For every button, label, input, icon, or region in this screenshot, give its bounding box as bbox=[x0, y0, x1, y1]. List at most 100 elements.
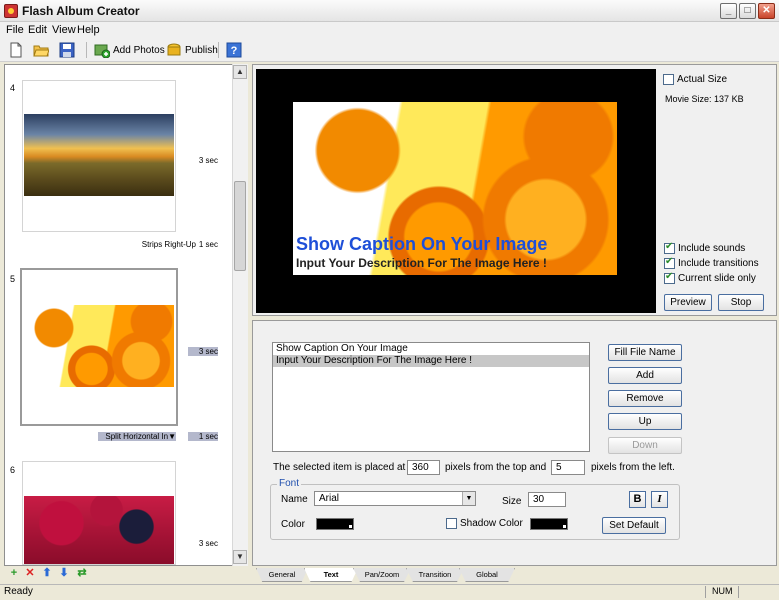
current-slide-only-checkbox[interactable]: Current slide only bbox=[664, 271, 756, 284]
include-transitions-checkbox[interactable]: Include transitions bbox=[664, 256, 759, 269]
transition-duration[interactable]: 1 sec bbox=[178, 240, 218, 249]
scroll-down-button[interactable]: ▼ bbox=[233, 550, 247, 564]
transition-duration[interactable]: 1 sec bbox=[188, 432, 218, 441]
svg-text:?: ? bbox=[231, 45, 238, 57]
left-offset-input[interactable]: 5 bbox=[551, 460, 585, 475]
slide-duration[interactable]: 3 sec bbox=[188, 347, 218, 356]
font-group-title: Font bbox=[277, 478, 302, 489]
slide-list-scrollbar[interactable] bbox=[232, 64, 248, 566]
font-size-input[interactable]: 30 bbox=[528, 492, 566, 507]
help-question-icon: ? bbox=[226, 42, 242, 58]
slide-number: 4 bbox=[10, 83, 16, 93]
checkbox-box[interactable] bbox=[664, 241, 675, 254]
font-name-label: Name bbox=[281, 494, 308, 505]
placement-suffix: pixels from the left. bbox=[591, 462, 675, 473]
include-sounds-checkbox[interactable]: Include sounds bbox=[664, 241, 746, 254]
tab-global[interactable]: Global bbox=[459, 568, 515, 582]
placement-middle: pixels from the top and bbox=[445, 462, 547, 473]
status-text: Ready bbox=[4, 586, 33, 597]
chevron-down-icon[interactable]: ▼ bbox=[462, 492, 475, 505]
caption-list[interactable]: Show Caption On Your Image Input Your De… bbox=[272, 342, 590, 452]
maximize-button[interactable]: □ bbox=[739, 3, 756, 19]
top-offset-input[interactable]: 360 bbox=[407, 460, 440, 475]
list-item[interactable]: Show Caption On Your Image bbox=[273, 343, 589, 355]
save-button[interactable] bbox=[59, 41, 75, 59]
add-button[interactable]: Add bbox=[608, 367, 682, 384]
open-button[interactable] bbox=[33, 41, 49, 59]
stop-button[interactable]: Stop bbox=[718, 294, 764, 311]
movie-size-label: Movie Size: bbox=[665, 94, 712, 104]
caption-title: Show Caption On Your Image bbox=[296, 234, 548, 254]
scrollbar-thumb[interactable] bbox=[234, 181, 246, 271]
tab-transition[interactable]: Transition bbox=[406, 568, 464, 582]
actual-size-label: Actual Size bbox=[677, 74, 728, 85]
open-folder-icon bbox=[33, 45, 49, 57]
move-down-icon[interactable]: ⬇ bbox=[58, 567, 70, 579]
placement-prefix: The selected item is placed at bbox=[273, 462, 406, 473]
transition-name[interactable]: Strips Right-Up bbox=[60, 240, 196, 249]
slide-image bbox=[24, 496, 174, 564]
font-color-label: Color bbox=[281, 519, 305, 530]
up-button[interactable]: Up bbox=[608, 413, 682, 430]
include-sounds-label: Include sounds bbox=[678, 243, 746, 254]
swap-slides-icon[interactable]: ⇄ bbox=[75, 567, 89, 579]
bold-button[interactable]: B bbox=[629, 491, 646, 508]
help-button[interactable]: ? bbox=[226, 41, 242, 59]
font-color-swatch[interactable] bbox=[316, 518, 354, 530]
app-icon bbox=[4, 4, 18, 18]
status-bar bbox=[0, 584, 779, 600]
toolbar-separator bbox=[218, 42, 219, 58]
add-slide-icon[interactable]: + bbox=[8, 567, 20, 579]
save-disk-icon bbox=[59, 42, 75, 58]
add-photos-button[interactable]: Add Photos bbox=[94, 41, 165, 59]
checkbox-box[interactable] bbox=[663, 74, 674, 85]
tab-pan-zoom[interactable]: Pan/Zoom bbox=[353, 568, 411, 582]
tab-general[interactable]: General bbox=[256, 568, 308, 582]
slide-number: 6 bbox=[10, 465, 16, 475]
include-transitions-label: Include transitions bbox=[678, 258, 759, 269]
add-photos-icon bbox=[94, 44, 110, 58]
shadow-color-checkbox[interactable]: Shadow Color bbox=[446, 518, 523, 529]
slide-duration[interactable]: 3 sec bbox=[178, 156, 218, 165]
actual-size-checkbox[interactable]: Actual Size bbox=[663, 74, 727, 85]
shadow-color-swatch[interactable] bbox=[530, 518, 568, 530]
menu-bar bbox=[0, 22, 779, 38]
font-name-select[interactable]: Arial ▼ bbox=[314, 491, 476, 506]
menu-view[interactable]: View bbox=[52, 24, 76, 36]
slide-number: 5 bbox=[10, 274, 16, 284]
publish-button[interactable]: Publish bbox=[166, 41, 218, 59]
close-button[interactable]: ✕ bbox=[758, 3, 775, 19]
remove-button[interactable]: Remove bbox=[608, 390, 682, 407]
tab-text[interactable]: Text bbox=[304, 568, 358, 582]
num-lock-indicator: NUM bbox=[712, 586, 733, 596]
menu-help[interactable]: Help bbox=[77, 24, 100, 36]
menu-file[interactable]: File bbox=[6, 24, 24, 36]
scroll-up-button[interactable]: ▲ bbox=[233, 65, 247, 79]
checkbox-box[interactable] bbox=[664, 256, 675, 269]
down-button[interactable]: Down bbox=[608, 437, 682, 454]
checkbox-box[interactable] bbox=[446, 518, 457, 529]
transition-name[interactable]: Split Horizontal In▼ bbox=[98, 432, 176, 441]
movie-size-value: 137 KB bbox=[714, 94, 744, 104]
set-default-button[interactable]: Set Default bbox=[602, 517, 666, 534]
minimize-button[interactable]: _ bbox=[720, 3, 737, 19]
slide-image bbox=[24, 305, 174, 387]
movie-size: Movie Size: 137 KB bbox=[665, 94, 744, 104]
list-item-selected[interactable]: Input Your Description For The Image Her… bbox=[273, 355, 589, 367]
delete-slide-icon[interactable]: ✕ bbox=[24, 567, 36, 579]
current-slide-only-label: Current slide only bbox=[678, 273, 756, 284]
shadow-color-label: Shadow Color bbox=[460, 518, 523, 529]
status-divider bbox=[738, 586, 739, 598]
move-up-icon[interactable]: ⬆ bbox=[41, 567, 53, 579]
add-photos-label: Add Photos bbox=[113, 44, 165, 56]
window-title: Flash Album Creator bbox=[22, 4, 140, 18]
new-button[interactable] bbox=[8, 41, 24, 59]
slide-duration[interactable]: 3 sec bbox=[178, 539, 218, 548]
menu-edit[interactable]: Edit bbox=[28, 24, 47, 36]
slide-image bbox=[24, 114, 174, 196]
checkbox-box[interactable] bbox=[664, 271, 675, 284]
preview-button[interactable]: Preview bbox=[664, 294, 712, 311]
fill-file-name-button[interactable]: Fill File Name bbox=[608, 344, 682, 361]
italic-button[interactable]: I bbox=[651, 491, 668, 508]
new-file-icon bbox=[10, 42, 22, 58]
